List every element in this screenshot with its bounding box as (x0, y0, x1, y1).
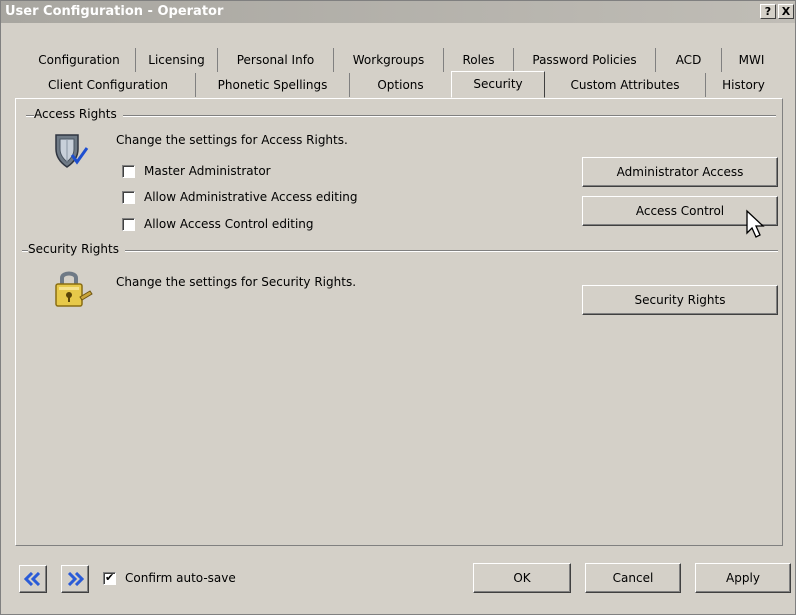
double-chevron-right-icon (67, 572, 84, 586)
tab-custom-attributes[interactable]: Custom Attributes (545, 73, 705, 97)
allow-access-control-editing-label: Allow Access Control editing (144, 217, 314, 231)
title-bar: User Configuration - Operator (1, 1, 795, 23)
tab-row-1: Configuration Licensing Personal Info Wo… (15, 48, 783, 72)
shield-check-icon (50, 131, 90, 174)
master-administrator-label: Master Administrator (144, 164, 271, 178)
cancel-button[interactable]: Cancel (585, 563, 681, 593)
window-title: User Configuration - Operator (5, 4, 224, 19)
tab-phonetic-spellings[interactable]: Phonetic Spellings (195, 73, 349, 97)
tab-security[interactable]: Security (451, 71, 545, 98)
tab-options[interactable]: Options (349, 73, 451, 97)
security-rights-divider (22, 250, 778, 252)
tab-password-policies[interactable]: Password Policies (513, 48, 655, 72)
ok-button[interactable]: OK (473, 563, 571, 593)
tab-licensing[interactable]: Licensing (135, 48, 217, 72)
user-configuration-dialog: User Configuration - Operator ? X Config… (0, 0, 796, 615)
security-tab-panel: Access Rights Change the settings for Ac… (15, 98, 783, 546)
tab-row-2: Client Configuration Phonetic Spellings … (15, 71, 783, 98)
previous-button[interactable] (19, 565, 47, 593)
close-button[interactable]: X (778, 4, 794, 19)
mouse-pointer-icon (745, 209, 767, 242)
administrator-access-button[interactable]: Administrator Access (582, 157, 778, 187)
allow-admin-access-editing-label: Allow Administrative Access editing (144, 190, 358, 204)
tab-history[interactable]: History (705, 73, 781, 97)
security-rights-button[interactable]: Security Rights (582, 285, 778, 315)
next-button[interactable] (61, 565, 89, 593)
tab-personal-info[interactable]: Personal Info (217, 48, 333, 72)
master-administrator-checkbox[interactable] (122, 164, 135, 178)
tab-acd[interactable]: ACD (655, 48, 721, 72)
access-rights-description: Change the settings for Access Rights. (116, 133, 348, 147)
confirm-auto-save-checkbox[interactable] (103, 571, 116, 585)
apply-button[interactable]: Apply (695, 563, 791, 593)
tab-configuration[interactable]: Configuration (23, 48, 135, 72)
allow-admin-access-editing-row[interactable]: Allow Administrative Access editing (122, 189, 358, 205)
double-chevron-left-icon (24, 572, 41, 586)
tab-workgroups[interactable]: Workgroups (333, 48, 443, 72)
padlock-icon (50, 267, 94, 314)
allow-access-control-editing-checkbox[interactable] (122, 217, 135, 231)
confirm-auto-save-row[interactable]: Confirm auto-save (103, 570, 236, 586)
security-rights-description: Change the settings for Security Rights. (116, 275, 357, 289)
help-button[interactable]: ? (760, 4, 776, 19)
allow-access-control-editing-row[interactable]: Allow Access Control editing (122, 216, 314, 232)
allow-admin-access-editing-checkbox[interactable] (122, 190, 135, 204)
tab-mwi[interactable]: MWI (721, 48, 781, 72)
access-rights-divider (26, 115, 776, 117)
tab-client-configuration[interactable]: Client Configuration (21, 73, 195, 97)
master-administrator-row[interactable]: Master Administrator (122, 163, 271, 179)
confirm-auto-save-label: Confirm auto-save (125, 571, 236, 585)
security-rights-group-label: Security Rights (28, 242, 125, 256)
access-rights-group-label: Access Rights (34, 107, 123, 121)
tab-roles[interactable]: Roles (443, 48, 513, 72)
